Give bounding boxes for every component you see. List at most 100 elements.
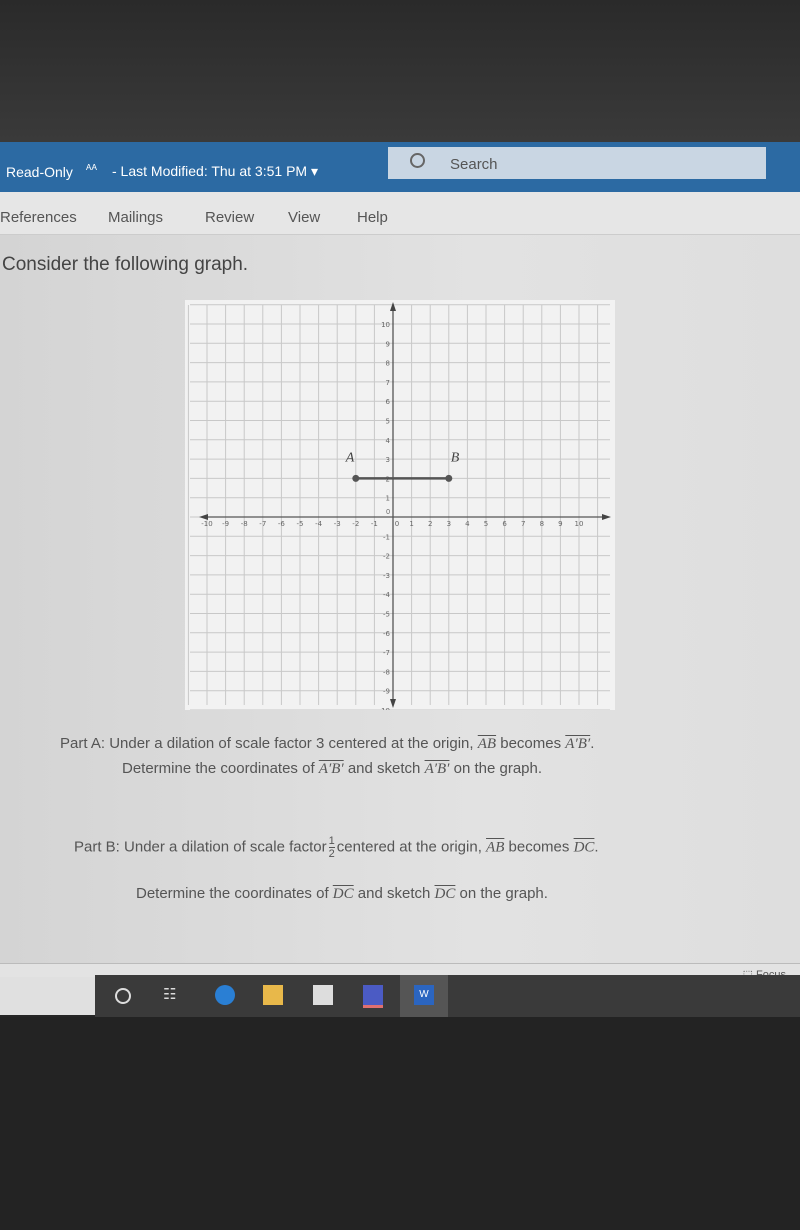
- segment-ab: AB: [486, 839, 505, 856]
- y-tick-label: 10: [381, 321, 390, 329]
- segment-a-prime-b-prime: A′B′: [565, 736, 591, 752]
- x-tick-label: -6: [278, 520, 286, 528]
- y-tick-label: -2: [383, 553, 390, 561]
- x-tick-label: -10: [201, 520, 212, 528]
- segment-a-prime-b-prime: A′B′: [318, 761, 344, 777]
- segment-dc: DC: [332, 886, 354, 902]
- x-tick-label: 5: [484, 520, 488, 528]
- x-tick-label: 9: [558, 520, 562, 528]
- y-tick-label: 9: [386, 340, 390, 348]
- search-placeholder: Search: [450, 156, 498, 173]
- part-b-period: .: [594, 838, 599, 856]
- x-tick-label: 7: [521, 520, 525, 528]
- y-tick-label: -5: [383, 611, 390, 619]
- tab-review[interactable]: Review: [205, 209, 254, 226]
- segment-dc: DC: [434, 886, 456, 902]
- y-tick-label: 8: [386, 360, 390, 368]
- x-tick-label: 1: [409, 520, 413, 528]
- part-a-and-sketch: and sketch: [347, 760, 421, 777]
- y-tick-label: -1: [383, 533, 390, 541]
- fraction-denominator: 2: [328, 848, 335, 860]
- x-tick-label: 8: [540, 520, 544, 528]
- fraction-numerator: 1: [328, 835, 335, 848]
- part-a-line1: Part A: Under a dilation of scale factor…: [60, 735, 594, 753]
- tab-mailings[interactable]: Mailings: [108, 209, 163, 226]
- part-a-line2: Determine the coordinates of A′B′ and sk…: [122, 760, 542, 778]
- part-a-becomes: becomes: [500, 735, 562, 752]
- y-tick-label: -4: [383, 591, 391, 599]
- part-b-line2: Determine the coordinates of DC and sket…: [136, 885, 548, 903]
- coordinate-graph: -10-9-8-7-6-5-4-3-2-1012345678910-10-9-8…: [185, 300, 615, 710]
- user-icon[interactable]: ᴬᴬ: [86, 162, 97, 176]
- x-tick-label: 2: [428, 520, 432, 528]
- read-only-label: Read-Only: [6, 164, 73, 180]
- segment-ab: AB: [477, 736, 497, 752]
- ribbon-tabs: References Mailings Review View Help: [0, 192, 800, 235]
- search-box[interactable]: Search: [388, 147, 766, 179]
- word-icon: W: [414, 985, 434, 1005]
- last-modified-text: - Last Modified: Thu at 3:51 PM: [112, 163, 308, 179]
- x-tick-label: -3: [334, 520, 341, 528]
- point-A: [352, 474, 360, 482]
- x-tick-label: -7: [259, 520, 266, 528]
- point-label-A: A: [345, 450, 355, 465]
- y-tick-label: -6: [383, 630, 391, 638]
- x-tick-label: 10: [575, 520, 584, 528]
- y-tick-label: 4: [386, 437, 391, 445]
- part-a-on-graph: on the graph.: [453, 760, 543, 777]
- taskbar-search-area: [0, 977, 95, 1015]
- part-a-period: .: [590, 735, 595, 752]
- y-tick-label: 7: [386, 379, 390, 387]
- intro-text: Consider the following graph.: [2, 254, 249, 275]
- part-b-and-sketch: and sketch: [357, 885, 431, 902]
- y-tick-label: 1: [386, 495, 390, 503]
- y-tick-label: -7: [383, 649, 390, 657]
- part-a-text: Part A: Under a dilation of scale factor…: [60, 735, 474, 752]
- y-tick-label: -8: [383, 668, 390, 676]
- x-tick-label: -1: [371, 520, 378, 528]
- part-b-line2-text: Determine the coordinates of: [136, 885, 329, 902]
- taskbar: ☷ W: [95, 975, 800, 1020]
- part-b-line1: Part B: Under a dilation of scale factor…: [74, 835, 599, 860]
- x-tick-label: 0: [395, 520, 399, 528]
- x-tick-label: -2: [352, 520, 359, 528]
- point-label-B: B: [451, 450, 460, 465]
- y-tick-label: 6: [386, 398, 391, 406]
- word-taskbar-button[interactable]: W: [400, 975, 448, 1020]
- edge-icon[interactable]: [215, 985, 235, 1005]
- fraction-one-half: 12: [328, 835, 335, 860]
- title-bar: Read-Only ᴬᴬ - Last Modified: Thu at 3:5…: [0, 142, 800, 192]
- point-B: [445, 474, 453, 482]
- file-explorer-icon[interactable]: [263, 985, 283, 1005]
- x-tick-label: -9: [222, 520, 229, 528]
- part-b-on-graph: on the graph.: [459, 885, 548, 902]
- teams-icon[interactable]: [363, 985, 383, 1008]
- y-tick-label: 3: [386, 456, 390, 464]
- x-tick-label: -8: [241, 520, 248, 528]
- tab-references[interactable]: References: [0, 209, 77, 226]
- x-tick-label: 4: [465, 520, 470, 528]
- part-a-line2-text: Determine the coordinates of: [122, 760, 315, 777]
- x-tick-label: 3: [447, 520, 451, 528]
- y-tick-label: -3: [383, 572, 390, 580]
- y-tick-label: -9: [383, 688, 390, 696]
- tab-help[interactable]: Help: [357, 209, 388, 226]
- part-b-centered: centered at the origin,: [336, 838, 482, 856]
- search-icon: [410, 153, 425, 168]
- x-tick-label: -4: [315, 520, 323, 528]
- y-tick-label: 5: [386, 418, 390, 426]
- background-top: [0, 0, 800, 142]
- x-tick-label: 6: [502, 520, 507, 528]
- last-modified-label[interactable]: - Last Modified: Thu at 3:51 PM ▾: [112, 163, 318, 180]
- y-tick-label: 0: [386, 509, 390, 516]
- tab-view[interactable]: View: [288, 209, 320, 226]
- cortana-icon[interactable]: [115, 988, 131, 1004]
- x-tick-label: -5: [297, 520, 304, 528]
- document-page: Consider the following graph. -10 -9 -8 -7-…: [0, 235, 800, 963]
- part-b-text: Part B: Under a dilation of scale factor: [74, 838, 327, 856]
- store-icon[interactable]: [313, 985, 333, 1005]
- task-view-icon[interactable]: ☷: [163, 985, 183, 1005]
- background-bottom: [0, 1017, 800, 1230]
- segment-a-prime-b-prime: A′B′: [424, 761, 450, 777]
- part-b-becomes: becomes: [508, 838, 570, 856]
